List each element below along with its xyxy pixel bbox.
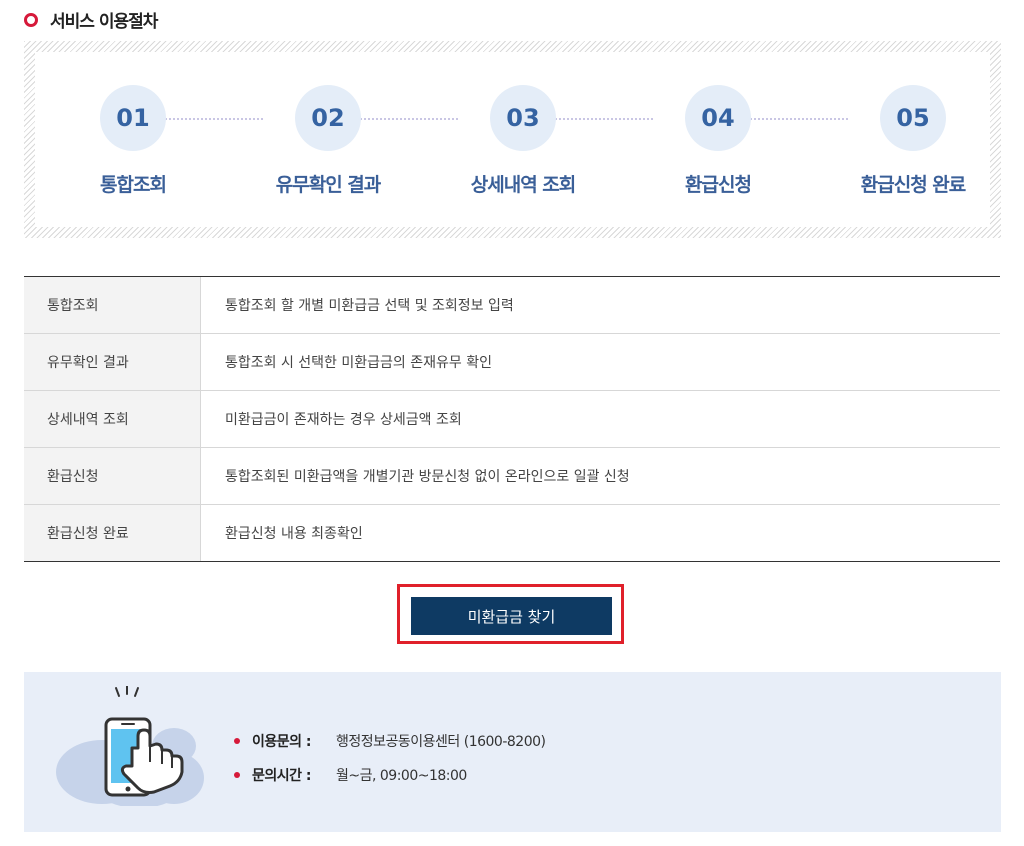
- process-steps-box: 01 02 03 04 05 통합조회 유무확인 결과 상세내역 조회 환급신청…: [24, 41, 1001, 238]
- row-header: 통합조회: [24, 277, 201, 333]
- step-1-number: 01: [100, 85, 166, 151]
- contact-info-box: 이용문의 : 행정정보공동이용센터 (1600-8200) 문의시간 : 월~금…: [24, 672, 1001, 832]
- step-4-label: 환급신청: [685, 174, 752, 196]
- section-title: 서비스 이용절차: [50, 11, 158, 32]
- step-1-label: 통합조회: [100, 174, 167, 196]
- contact-value: 행정정보공동이용센터 (1600-8200): [336, 734, 546, 750]
- bullet-icon: [234, 738, 240, 744]
- contact-label: 이용문의 :: [252, 734, 312, 750]
- bullet-icon: [24, 13, 38, 27]
- procedure-table: 통합조회 통합조회 할 개별 미환급금 선택 및 조회정보 입력 유무확인 결과…: [24, 276, 1000, 562]
- row-header: 상세내역 조회: [24, 391, 201, 447]
- step-5-number: 05: [880, 85, 946, 151]
- step-3-label: 상세내역 조회: [470, 174, 577, 196]
- row-description: 통합조회 할 개별 미환급금 선택 및 조회정보 입력: [225, 298, 514, 314]
- find-refund-button[interactable]: 미환급금 찾기: [411, 597, 612, 635]
- row-description: 통합조회 시 선택한 미환급금의 존재유무 확인: [225, 355, 492, 371]
- table-row: 상세내역 조회 미환급금이 존재하는 경우 상세금액 조회: [24, 391, 1000, 448]
- step-3-number: 03: [490, 85, 556, 151]
- contact-item-inquiry: 이용문의 : 행정정보공동이용센터 (1600-8200): [234, 724, 546, 758]
- section-header: 서비스 이용절차: [24, 8, 158, 32]
- contact-label: 문의시간 :: [252, 768, 312, 784]
- row-description: 미환급금이 존재하는 경우 상세금액 조회: [225, 412, 462, 428]
- row-header: 환급신청 완료: [24, 505, 201, 561]
- step-5-label: 환급신청 완료: [860, 174, 967, 196]
- table-row: 통합조회 통합조회 할 개별 미환급금 선택 및 조회정보 입력: [24, 277, 1000, 334]
- process-steps-inner: 01 02 03 04 05 통합조회 유무확인 결과 상세내역 조회 환급신청…: [35, 52, 990, 227]
- contact-value: 월~금, 09:00~18:00: [336, 768, 467, 784]
- step-2-number: 02: [295, 85, 361, 151]
- bullet-icon: [234, 772, 240, 778]
- step-2-label: 유무확인 결과: [275, 174, 382, 196]
- table-row: 환급신청 통합조회된 미환급액을 개별기관 방문신청 없이 온라인으로 일괄 신…: [24, 448, 1000, 505]
- row-description: 환급신청 내용 최종확인: [225, 526, 363, 542]
- contact-item-hours: 문의시간 : 월~금, 09:00~18:00: [234, 758, 545, 792]
- phone-touch-icon: [56, 686, 204, 806]
- row-description: 통합조회된 미환급액을 개별기관 방문신청 없이 온라인으로 일괄 신청: [225, 469, 630, 485]
- contact-list: 이용문의 : 행정정보공동이용센터 (1600-8200) 문의시간 : 월~금…: [234, 724, 546, 792]
- row-header: 유무확인 결과: [24, 334, 201, 390]
- table-row: 환급신청 완료 환급신청 내용 최종확인: [24, 505, 1000, 561]
- row-header: 환급신청: [24, 448, 201, 504]
- table-row: 유무확인 결과 통합조회 시 선택한 미환급금의 존재유무 확인: [24, 334, 1000, 391]
- step-4-number: 04: [685, 85, 751, 151]
